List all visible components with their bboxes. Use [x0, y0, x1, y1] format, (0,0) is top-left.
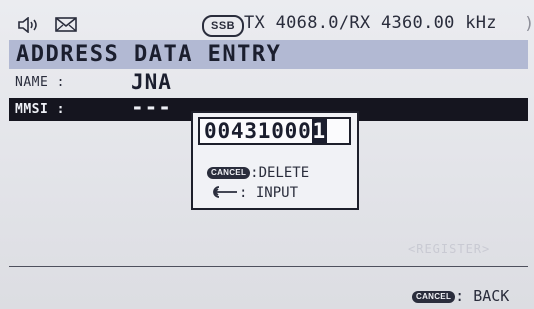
- page-title: ADDRESS DATA ENTRY: [16, 42, 282, 67]
- mode-badge: SSB: [202, 15, 245, 37]
- mmsi-entry-popup: 004310001 CANCEL:DELETE : INPUT: [191, 111, 359, 210]
- name-value: JNA: [131, 70, 172, 94]
- status-bar: SSB TX 4068.0/RX 4360.00 kHz ): [0, 0, 534, 38]
- display-screen: SSB TX 4068.0/RX 4360.00 kHz ) ADDRESS D…: [0, 0, 534, 309]
- mmsi-value: ---: [131, 95, 172, 119]
- frequency-readout: TX 4068.0/RX 4360.00 kHz: [244, 13, 497, 33]
- entry-cursor: 1: [311, 119, 327, 143]
- mail-icon: [55, 17, 77, 32]
- scroll-marker: ): [524, 14, 534, 34]
- entry-digits: 00431000: [204, 119, 312, 143]
- footer-divider: [9, 266, 528, 267]
- name-label: NAME :: [15, 75, 65, 90]
- input-label: : INPUT: [239, 185, 299, 201]
- register-button[interactable]: <REGISTER>: [408, 242, 490, 256]
- delete-label: :DELETE: [250, 165, 310, 181]
- speaker-icon: [18, 17, 37, 33]
- title-bar: ADDRESS DATA ENTRY: [9, 40, 528, 69]
- cancel-key-icon: CANCEL: [207, 167, 251, 179]
- mmsi-entry-field[interactable]: 004310001: [198, 117, 351, 145]
- cancel-key-icon: CANCEL: [412, 291, 456, 303]
- back-label: : BACK: [455, 287, 510, 305]
- delete-hint: CANCEL:DELETE: [207, 165, 309, 181]
- input-hint: : INPUT: [207, 185, 298, 201]
- enter-key-icon: [213, 186, 237, 198]
- mmsi-label: MMSI :: [15, 102, 65, 117]
- name-field-row[interactable]: NAME : JNA: [9, 70, 528, 95]
- back-hint[interactable]: CANCEL: BACK: [412, 287, 509, 305]
